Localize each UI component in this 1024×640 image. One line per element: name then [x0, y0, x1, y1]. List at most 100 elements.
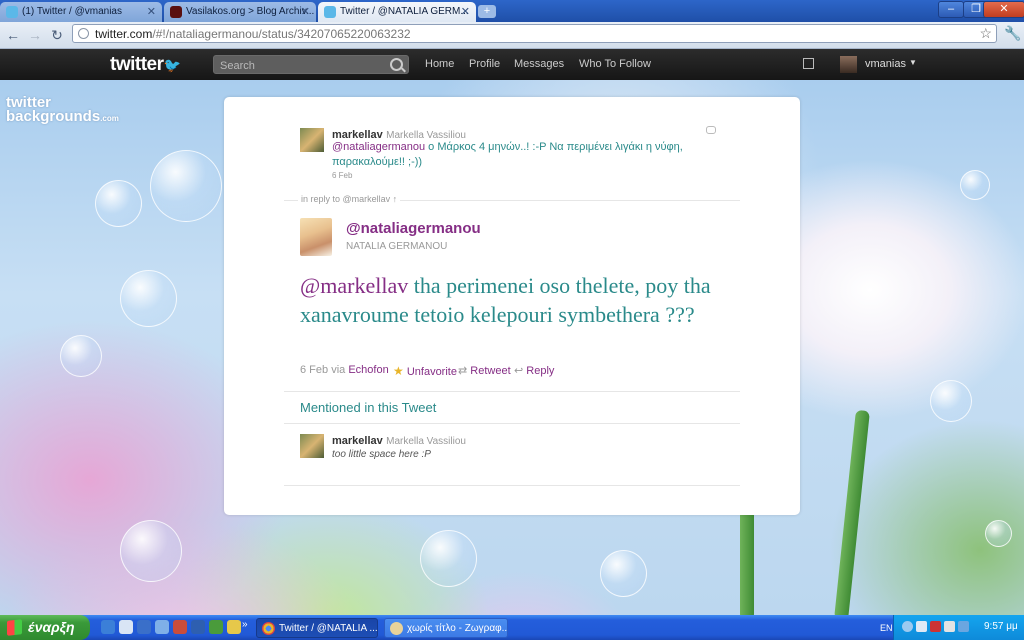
start-label: έναρξη [28, 619, 75, 635]
bookmark-star-icon[interactable]: ☆ [979, 25, 992, 42]
minimize-button[interactable]: – [938, 1, 964, 18]
bubble [60, 335, 102, 377]
quick-launch-icon[interactable] [209, 620, 223, 634]
nav-who-to-follow[interactable]: Who To Follow [579, 58, 651, 70]
quick-launch-icon[interactable] [227, 620, 241, 634]
quick-launch-icon[interactable] [155, 620, 169, 634]
twitterbackgrounds-watermark: twitter backgrounds.com [6, 95, 119, 126]
retweet-label: Retweet [470, 365, 511, 377]
unfavorite-button[interactable]: ★ Unfavorite [393, 364, 457, 378]
chrome-icon [262, 622, 275, 635]
bubble [985, 520, 1012, 547]
main-screen-name[interactable]: @nataliagermanou [346, 220, 481, 237]
retweet-button[interactable]: ⇄ Retweet [458, 364, 511, 377]
logo-text: twitter [110, 54, 164, 75]
taskbar-item-chrome[interactable]: Twitter / @NATALIA ... [256, 618, 378, 638]
compose-icon[interactable] [803, 58, 814, 69]
browser-toolbar: ← → ↻ twitter.com/#!/nataliagermanou/sta… [0, 22, 1024, 49]
parent-tweet-text: @nataliagermanou ο Μάρκος 4 μηνών..! :-P… [332, 140, 712, 170]
address-bar[interactable]: twitter.com/#!/nataliagermanou/status/34… [72, 24, 997, 43]
reply-button[interactable]: ↩ Reply [514, 364, 554, 377]
avatar[interactable] [300, 128, 324, 152]
close-icon[interactable]: ✕ [461, 5, 470, 18]
volume-icon[interactable] [958, 621, 969, 632]
network-icon[interactable] [916, 621, 927, 632]
reply-bubble-icon[interactable] [706, 126, 716, 134]
avatar[interactable] [300, 218, 332, 256]
tab-title: Vasilakos.org > Blog Archiv... [186, 6, 315, 17]
nav-messages[interactable]: Messages [514, 58, 564, 70]
tab-twitter-vmanias[interactable]: (1) Twitter / @vmanias ✕ [0, 2, 162, 22]
bubble [600, 550, 647, 597]
start-button[interactable]: έναρξη [0, 615, 90, 640]
taskbar-item-paint[interactable]: χωρίς τίτλο - Ζωγραφ... [384, 618, 508, 638]
internet-explorer-icon[interactable] [101, 620, 115, 634]
star-icon: ★ [393, 364, 404, 378]
tab-vasilakos[interactable]: Vasilakos.org > Blog Archiv... ✕ [164, 2, 316, 22]
main-mention[interactable]: @markellav [300, 273, 408, 298]
bubble [930, 380, 972, 422]
close-icon[interactable]: ✕ [301, 5, 310, 18]
username: vmanias [865, 58, 906, 70]
divider [284, 423, 740, 424]
avatar [840, 56, 857, 73]
parent-tweet-header: markellav Markella Vassiliou [332, 127, 466, 141]
in-reply-to-link[interactable]: in reply to @markellav ↑ [298, 194, 401, 204]
search-icon[interactable] [390, 58, 403, 71]
taskbar: έναρξη » Twitter / @NATALIA ... χωρίς τί… [0, 615, 1024, 640]
parent-mention[interactable]: @nataliagermanou [332, 141, 425, 153]
wrench-icon[interactable]: 🔧 [1004, 25, 1021, 42]
page-icon [78, 28, 89, 39]
tweet-date[interactable]: 6 Feb [300, 364, 328, 376]
browser-tab-strip: (1) Twitter / @vmanias ✕ Vasilakos.org >… [0, 0, 1024, 22]
nav-home[interactable]: Home [425, 58, 454, 70]
parent-tweet-date[interactable]: 6 Feb [332, 171, 352, 180]
twitter-logo[interactable]: twitter🐦 [110, 54, 181, 76]
twitter-bird-icon [6, 6, 18, 18]
forward-arrow-icon[interactable]: → [26, 26, 44, 44]
url-path: /#!/nataliagermanou/status/3420706522006… [152, 27, 411, 41]
task-title: χωρίς τίτλο - Ζωγραφ... [407, 623, 508, 634]
tweet-meta: 6 Feb via Echofon [300, 364, 389, 376]
bubble [960, 170, 990, 200]
nav-profile[interactable]: Profile [469, 58, 500, 70]
twitter-bird-icon [324, 6, 336, 18]
avatar[interactable] [300, 434, 324, 458]
divider [284, 485, 740, 486]
chevron-down-icon: ▼ [909, 58, 917, 67]
back-arrow-icon[interactable]: ← [4, 26, 22, 44]
vasilakos-favicon-icon [170, 6, 182, 18]
chevron-right-icon[interactable]: » [242, 619, 248, 630]
window-close-button[interactable]: ✕ [983, 1, 1024, 18]
divider [284, 391, 740, 392]
reload-icon[interactable]: ↻ [48, 26, 66, 44]
mentioned-heading: Mentioned in this Tweet [300, 400, 437, 415]
help-icon[interactable] [902, 621, 913, 632]
language-indicator[interactable]: EN [880, 623, 893, 633]
search-input[interactable] [218, 58, 387, 73]
bubble [420, 530, 477, 587]
retweet-icon: ⇄ [458, 365, 468, 377]
twitter-bird-icon: 🐦 [163, 57, 181, 73]
tweet-panel: markellav Markella Vassiliou @nataliager… [224, 97, 800, 515]
antivirus-icon[interactable] [930, 621, 941, 632]
quick-launch-icon[interactable] [137, 620, 151, 634]
close-icon[interactable]: ✕ [147, 5, 156, 18]
tab-title: Twitter / @NATALIA GERM... [340, 6, 469, 17]
bubble [120, 520, 182, 582]
bubble [95, 180, 142, 227]
main-full-name: NATALIA GERMANOU [346, 241, 448, 252]
tab-natalia[interactable]: Twitter / @NATALIA GERM... ✕ [318, 2, 476, 22]
watermark-suffix: .com [100, 114, 119, 123]
quick-launch-icon[interactable] [119, 620, 133, 634]
system-tray: 9:57 μμ [893, 615, 1024, 640]
quick-launch-icon[interactable] [191, 620, 205, 634]
tweet-source[interactable]: Echofon [348, 364, 388, 376]
new-tab-button[interactable]: + [478, 5, 496, 18]
tray-icon[interactable] [944, 621, 955, 632]
mentioned-screen-name[interactable]: markellav [332, 435, 383, 447]
clock[interactable]: 9:57 μμ [984, 621, 1018, 632]
mentioned-bio: too little space here :P [332, 449, 431, 460]
flower-stem [740, 510, 754, 615]
quick-launch-icon[interactable] [173, 620, 187, 634]
